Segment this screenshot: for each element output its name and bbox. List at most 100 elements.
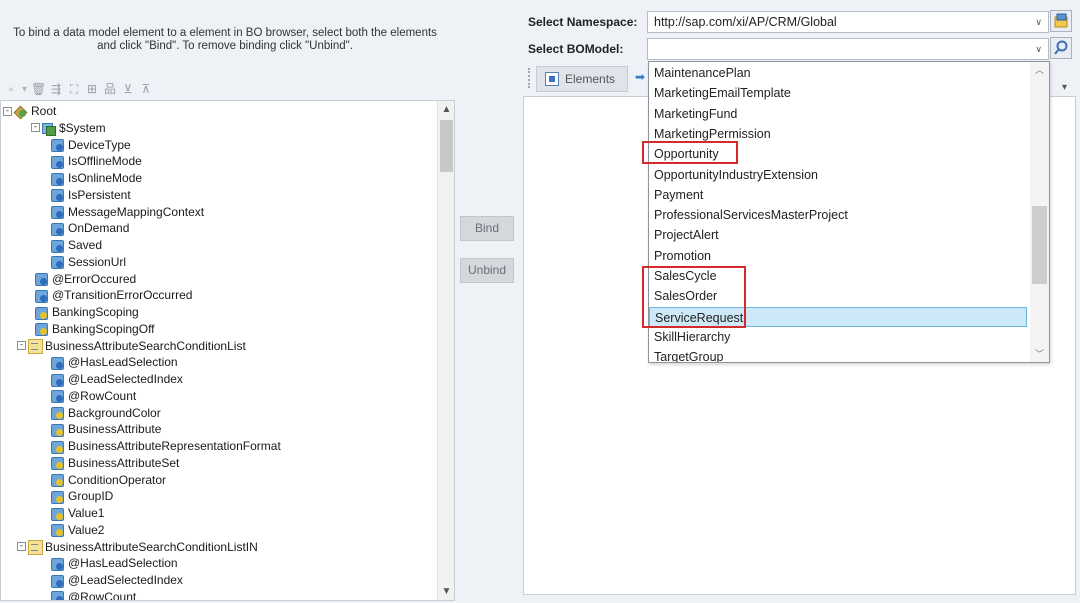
tree-node-label: Root [31,104,57,118]
data-model-tree[interactable]: - Root - $System DeviceType IsOfflineMode IsOn… [0,100,455,601]
tree-node[interactable]: BusinessAttributeRepresentationFormat [51,438,281,454]
field-icon [51,523,64,538]
dropdown-arrow-icon[interactable]: ▾ [22,84,27,95]
tree-node-label: IsOfflineMode [68,154,142,169]
map-icon[interactable]: ⛶ [67,82,81,96]
field-icon [35,306,48,320]
field-icon [51,172,64,186]
dropdown-item[interactable]: ProfessionalServicesMasterProject [653,205,848,225]
search-icon [1054,40,1068,55]
dropdown-item[interactable]: TargetGroup [653,347,723,362]
tree-node[interactable]: - $System [31,120,106,137]
panel-menu-icon[interactable]: ▾ [1062,82,1067,93]
field-icon [51,456,64,471]
hierarchy-icon[interactable]: 品 [103,82,117,96]
new-icon[interactable]: ▫ [4,82,18,96]
dropdown-item[interactable]: ProjectAlert [653,225,719,245]
field-icon [51,490,64,504]
bomodel-search-button[interactable] [1050,37,1072,59]
tree-node[interactable]: IsOfflineMode [51,153,142,169]
tree-node[interactable]: @HasLeadSelection [51,555,178,571]
field-icon [51,205,64,219]
tree-node[interactable]: IsOnlineMode [51,170,142,186]
tree-node[interactable]: BusinessAttribute [51,421,161,437]
tree-node[interactable]: @LeadSelectedIndex [51,572,183,588]
tree-node[interactable]: DeviceType [51,137,131,153]
tree-node[interactable]: ConditionOperator [51,472,166,488]
tree-node[interactable]: @RowCount [51,589,137,601]
tab-elements[interactable]: Elements [536,66,628,92]
tree-toolbar: ▫ ▾ 🗑 ⇶ ⛶ ⊞ 品 ⊻ ⊼ [2,80,182,98]
arrow-right-icon[interactable]: ➡ [635,70,645,84]
dropdown-item[interactable]: MaintenancePlan [653,63,751,83]
tree-node[interactable]: Value2 [51,522,104,538]
scroll-thumb[interactable] [440,120,453,172]
list-icon [28,540,43,555]
tree-node[interactable]: Value1 [51,505,104,521]
tree-node[interactable]: @HasLeadSelection [51,354,178,370]
tree-node[interactable]: @TransitionErrorOccurred [35,287,192,303]
namespace-select[interactable]: http://sap.com/xi/AP/CRM/Global ∨ [647,11,1049,33]
dropdown-item[interactable]: SkillHierarchy [653,327,730,347]
tree-node[interactable]: BackgroundColor [51,405,161,421]
bomodel-select[interactable]: ∨ [647,38,1049,60]
tree-node-label: IsPersistent [68,187,131,202]
scroll-down-icon[interactable]: ▼ [438,583,454,600]
tree-node[interactable]: - BusinessAttributeSearchConditionListIN [17,539,258,555]
delete-icon[interactable]: 🗑 [31,82,46,96]
tree-node[interactable]: GroupID [51,488,113,504]
instructions-text: To bind a data model element to a elemen… [13,27,437,52]
scroll-up-icon[interactable]: ▲ [438,101,454,118]
dropdown-item[interactable]: MarketingFund [653,104,737,124]
tree-node[interactable]: BusinessAttributeSet [51,455,179,471]
collapse-toggle-icon[interactable]: - [17,542,26,551]
tree-node[interactable]: SessionUrl [51,254,126,270]
tree-scrollbar[interactable]: ▲ ▼ [437,101,454,600]
tab-bar: Elements [528,66,648,92]
tree-node[interactable]: - BusinessAttributeSearchConditionList [17,338,246,354]
field-icon [51,389,64,404]
field-icon [51,557,64,571]
field-icon [51,155,64,169]
bomodel-label: Select BOModel: [528,42,624,56]
tree-node[interactable]: Saved [51,237,102,253]
scroll-up-icon[interactable]: ︿ [1030,62,1049,78]
collapse-toggle-icon[interactable]: - [31,123,40,133]
tree-node-label: @TransitionErrorOccurred [52,288,193,303]
toolbar-grip[interactable] [528,68,531,88]
dropdown-item[interactable]: OpportunityIndustryExtension [653,165,818,185]
tree-node[interactable]: MessageMappingContext [51,204,204,220]
dropdown-item[interactable]: MarketingEmailTemplate [653,83,791,103]
dropdown-item[interactable]: Promotion [653,246,711,266]
bind-icon[interactable]: ⇶ [49,82,63,96]
collapse-toggle-icon[interactable]: - [17,341,26,350]
dropdown-scrollbar[interactable]: ︿ ﹀ [1030,62,1049,362]
namespace-browse-button[interactable] [1050,10,1072,32]
tree-node-label: $System [59,120,106,135]
collapse-toggle-icon[interactable]: - [3,106,12,116]
structure-icon[interactable]: ⊞ [85,82,99,96]
highlight-box-sales-service [642,266,746,328]
field-icon [51,222,64,236]
tree-node[interactable]: OnDemand [51,220,129,236]
tree-node[interactable]: @LeadSelectedIndex [51,371,183,387]
tree-node[interactable]: IsPersistent [51,187,131,203]
scroll-thumb[interactable] [1032,206,1047,284]
tree-node[interactable]: @RowCount [51,388,136,404]
bind-button[interactable]: Bind [460,216,514,241]
tree-node-label: GroupID [68,489,114,504]
tree-node-label: SessionUrl [68,254,127,269]
tree-node[interactable]: BankingScoping [35,304,139,320]
scroll-down-icon[interactable]: ﹀ [1030,346,1049,362]
tree-node-label: MessageMappingContext [68,204,205,219]
dropdown-item[interactable]: Payment [653,185,703,205]
collapse-all-icon[interactable]: ⊼ [139,82,153,96]
tree-node-label: BusinessAttributeSet [68,455,180,470]
tree-node[interactable]: @ErrorOccured [35,271,136,287]
expand-all-icon[interactable]: ⊻ [121,82,135,96]
tree-node[interactable]: - Root [3,103,56,119]
tree-node[interactable]: BankingScopingOff [35,321,155,337]
field-icon [51,239,64,253]
tree-node-label: @RowCount [68,589,137,601]
unbind-button[interactable]: Unbind [460,258,514,283]
